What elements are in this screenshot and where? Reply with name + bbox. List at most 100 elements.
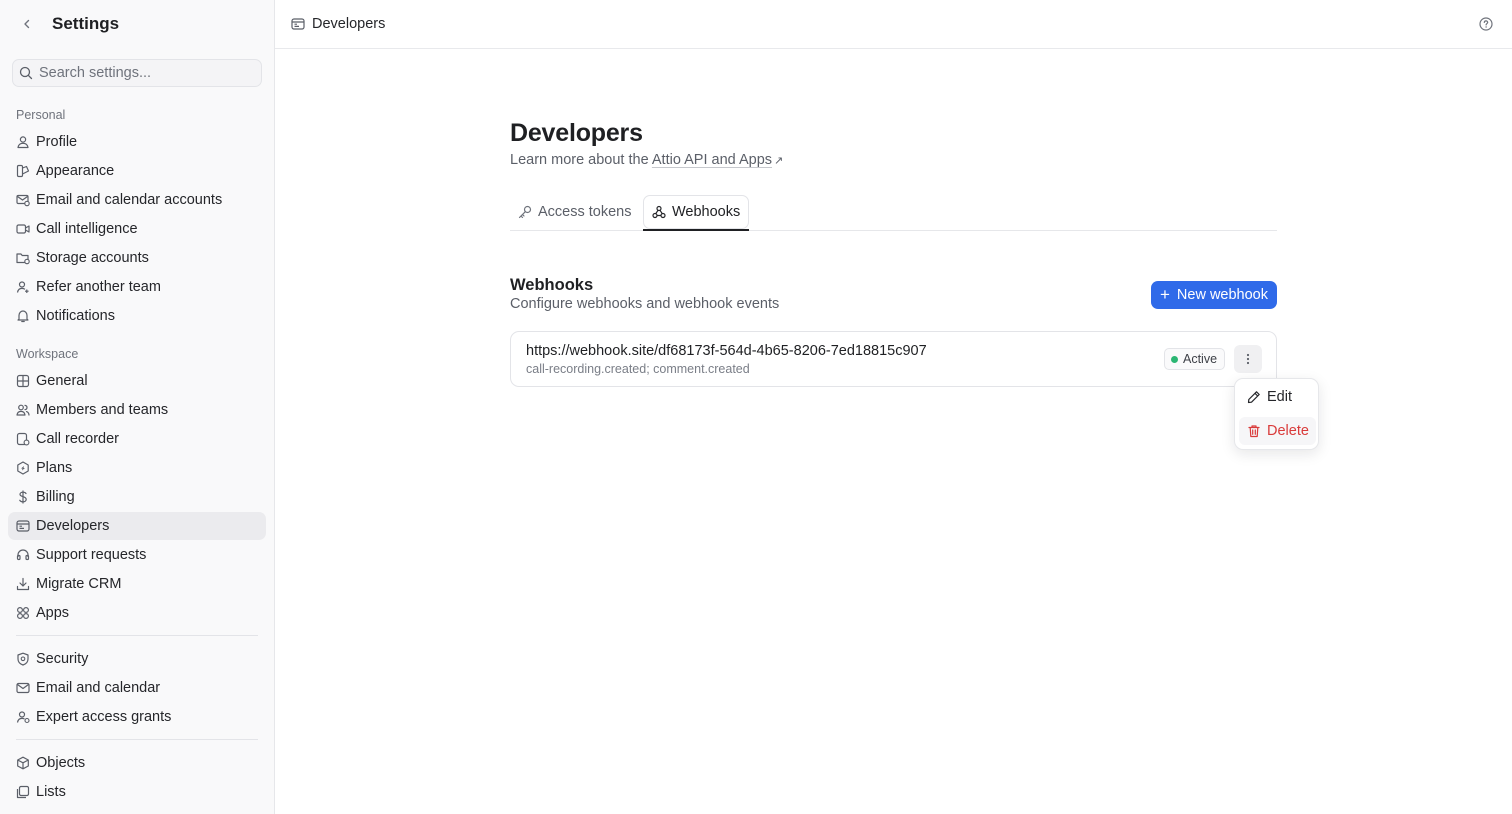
sidebar-item-label: Appearance [36, 163, 115, 179]
more-vertical-icon [1246, 353, 1250, 365]
cube-icon [16, 756, 30, 770]
sidebar-item-label: Storage accounts [36, 250, 149, 266]
pencil-icon [1247, 390, 1261, 404]
sidebar-item-refer-another-team[interactable]: Refer another team [8, 273, 266, 301]
sidebar-item-label: General [36, 373, 88, 389]
new-webhook-button[interactable]: + New webhook [1151, 281, 1277, 309]
sidebar-header: Settings [0, 0, 274, 48]
sidebar-item-label: Profile [36, 134, 78, 150]
status-label: Active [1183, 352, 1218, 366]
webhook-url: https://webhook.site/df68173f-564d-4b65-… [526, 343, 927, 359]
top-bar: Developers [275, 0, 1512, 49]
sidebar-item-plans[interactable]: Plans [8, 454, 266, 482]
sidebar-item-label: Support requests [36, 547, 147, 563]
breadcrumb: Developers [312, 16, 386, 32]
sidebar-divider [16, 635, 258, 636]
sidebar-item-label: Security [36, 651, 89, 667]
webhook-actions-menu: Edit Delete [1234, 378, 1319, 450]
sidebar-item-label: Members and teams [36, 402, 169, 418]
sidebar-item-label: Expert access grants [36, 709, 172, 725]
sidebar-item-appearance[interactable]: Appearance [8, 157, 266, 185]
sidebar-item-label: Apps [36, 605, 70, 621]
sidebar-item-label: Notifications [36, 308, 115, 324]
api-docs-link[interactable]: Attio API and Apps [652, 152, 772, 168]
sidebar-item-call-intelligence[interactable]: Call intelligence [8, 215, 266, 243]
page-subtitle: Learn more about the Attio API and Apps ↗ [510, 152, 783, 168]
user-key-icon [16, 710, 30, 724]
sidebar-item-email-calendar[interactable]: Email and calendar [8, 674, 266, 702]
webhook-row[interactable]: https://webhook.site/df68173f-564d-4b65-… [510, 331, 1277, 387]
sidebar-item-lists[interactable]: Lists [8, 778, 266, 806]
sidebar-item-label: Call intelligence [36, 221, 138, 237]
users-icon [16, 403, 30, 417]
webhook-icon [652, 205, 666, 219]
badge-icon [16, 461, 30, 475]
menu-item-edit[interactable]: Edit [1239, 383, 1316, 411]
bell-icon [16, 309, 30, 323]
section-title: Webhooks [510, 276, 594, 294]
folder-user-icon [16, 251, 30, 265]
search-input[interactable] [39, 65, 249, 81]
tab-bar: Access tokens Webhooks [510, 194, 1277, 231]
more-options-button[interactable] [1234, 345, 1262, 373]
sidebar-item-objects[interactable]: Objects [8, 749, 266, 777]
back-button[interactable] [18, 15, 36, 33]
tab-access-tokens[interactable]: Access tokens [510, 195, 640, 229]
trash-icon [1247, 424, 1261, 438]
sidebar-item-security[interactable]: Security [8, 645, 266, 673]
sidebar-item-notifications[interactable]: Notifications [8, 302, 266, 330]
section-subtitle: Configure webhooks and webhook events [510, 296, 780, 312]
list-stack-icon [16, 785, 30, 799]
section-label-workspace: Workspace [16, 347, 79, 361]
palette-icon [16, 164, 30, 178]
terminal-window-icon [291, 17, 305, 31]
sidebar-item-call-recorder[interactable]: Call recorder [8, 425, 266, 453]
external-link-icon: ↗ [774, 155, 784, 167]
shield-icon [16, 652, 30, 666]
sidebar-item-label: Refer another team [36, 279, 161, 295]
sidebar-item-label: Plans [36, 460, 73, 476]
settings-sidebar: Settings Personal Profile Appearance Ema… [0, 0, 275, 814]
sidebar-item-apps[interactable]: Apps [8, 599, 266, 627]
tab-webhooks[interactable]: Webhooks [643, 195, 750, 229]
sidebar-title: Settings [52, 14, 120, 33]
sidebar-item-general[interactable]: General [8, 367, 266, 395]
sidebar-item-label: Call recorder [36, 431, 119, 447]
search-box[interactable] [12, 59, 262, 87]
sidebar-item-label: Billing [36, 489, 75, 505]
sidebar-item-profile[interactable]: Profile [8, 128, 266, 156]
status-dot [1171, 355, 1178, 363]
sidebar-item-support-requests[interactable]: Support requests [8, 541, 266, 569]
menu-item-label: Edit [1267, 389, 1292, 405]
active-tab-indicator [643, 229, 749, 231]
chevron-left-icon [24, 19, 30, 29]
help-icon[interactable] [1479, 17, 1493, 31]
mail-icon [16, 681, 30, 695]
sidebar-item-label: Email and calendar [36, 680, 161, 696]
headset-icon [16, 548, 30, 562]
key-icon [518, 205, 532, 219]
sidebar-item-migrate-crm[interactable]: Migrate CRM [8, 570, 266, 598]
recorder-icon [16, 432, 30, 446]
grid-icon [16, 374, 30, 388]
plus-icon: + [1159, 284, 1170, 304]
dollar-icon [16, 490, 30, 504]
sidebar-item-billing[interactable]: Billing [8, 483, 266, 511]
sidebar-item-label: Developers [36, 518, 110, 534]
webhook-events: call-recording.created; comment.created [526, 362, 750, 376]
menu-item-delete[interactable]: Delete [1239, 417, 1316, 445]
terminal-window-icon [16, 519, 30, 533]
page-title: Developers [510, 119, 643, 147]
sidebar-item-developers[interactable]: Developers [8, 512, 266, 540]
sidebar-divider [16, 739, 258, 740]
search-icon [19, 66, 33, 80]
sidebar-item-expert-access-grants[interactable]: Expert access grants [8, 703, 266, 731]
tab-label: Access tokens [538, 204, 632, 220]
sidebar-item-members-teams[interactable]: Members and teams [8, 396, 266, 424]
sidebar-item-label: Lists [36, 784, 66, 800]
sidebar-item-storage-accounts[interactable]: Storage accounts [8, 244, 266, 272]
user-plus-icon [16, 280, 30, 294]
video-icon [16, 222, 30, 236]
sidebar-item-email-calendar-accounts[interactable]: Email and calendar accounts [8, 186, 266, 214]
button-label: New webhook [1176, 287, 1268, 303]
